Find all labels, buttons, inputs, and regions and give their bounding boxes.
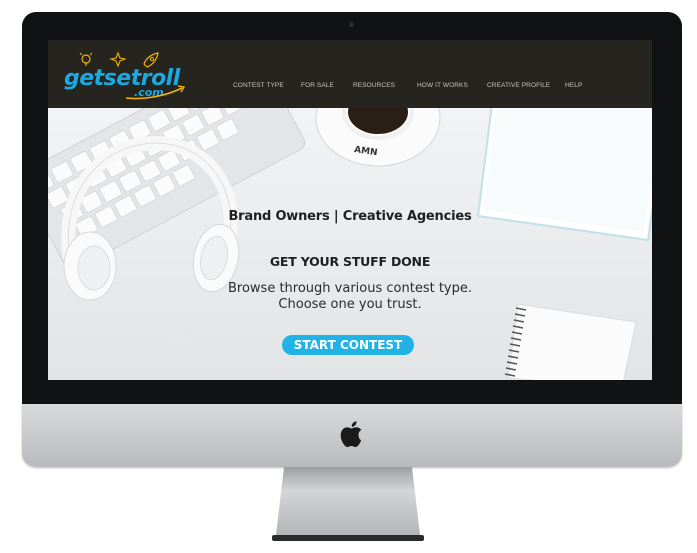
hero-title: GET YOUR STUFF DONE xyxy=(269,254,431,269)
nav-contest-type[interactable]: CONTEST TYPE xyxy=(233,82,301,94)
nav-how-it-works[interactable]: HOW IT WORKS xyxy=(417,82,487,94)
hero-section: AMN Brand Owners | Creative Agencies GET… xyxy=(48,108,652,380)
main-navigation: CONTEST TYPE FOR SALE RESOURCES HOW IT W… xyxy=(233,82,595,94)
spiral-notepad-image xyxy=(504,303,637,380)
hero-description-line-2: Choose one you trust. xyxy=(278,297,422,312)
coffee-cup-image: AMN xyxy=(315,108,441,167)
hero-description: Browse through various contest type. Cho… xyxy=(48,281,652,313)
nav-creative-profile[interactable]: CREATIVE PROFILE xyxy=(487,82,565,94)
nav-for-sale[interactable]: FOR SALE xyxy=(301,82,353,94)
start-contest-button[interactable]: START CONTEST xyxy=(282,335,414,355)
site-logo[interactable]: getsetroll .com xyxy=(64,48,186,104)
nav-resources[interactable]: RESOURCES xyxy=(353,82,417,94)
logo-swoosh-icon xyxy=(125,85,186,100)
monitor-stand xyxy=(272,467,424,541)
site-header: getsetroll .com CONTEST TYPE FOR SALE RE… xyxy=(48,40,652,108)
nav-help[interactable]: HELP xyxy=(565,82,595,94)
webcam-dot xyxy=(349,22,354,27)
hero-description-line-1: Browse through various contest type. xyxy=(227,281,472,296)
hero-subtitle: Brand Owners | Creative Agencies xyxy=(228,209,472,224)
apple-icon xyxy=(340,421,362,448)
browser-screen: getsetroll .com CONTEST TYPE FOR SALE RE… xyxy=(48,40,652,380)
